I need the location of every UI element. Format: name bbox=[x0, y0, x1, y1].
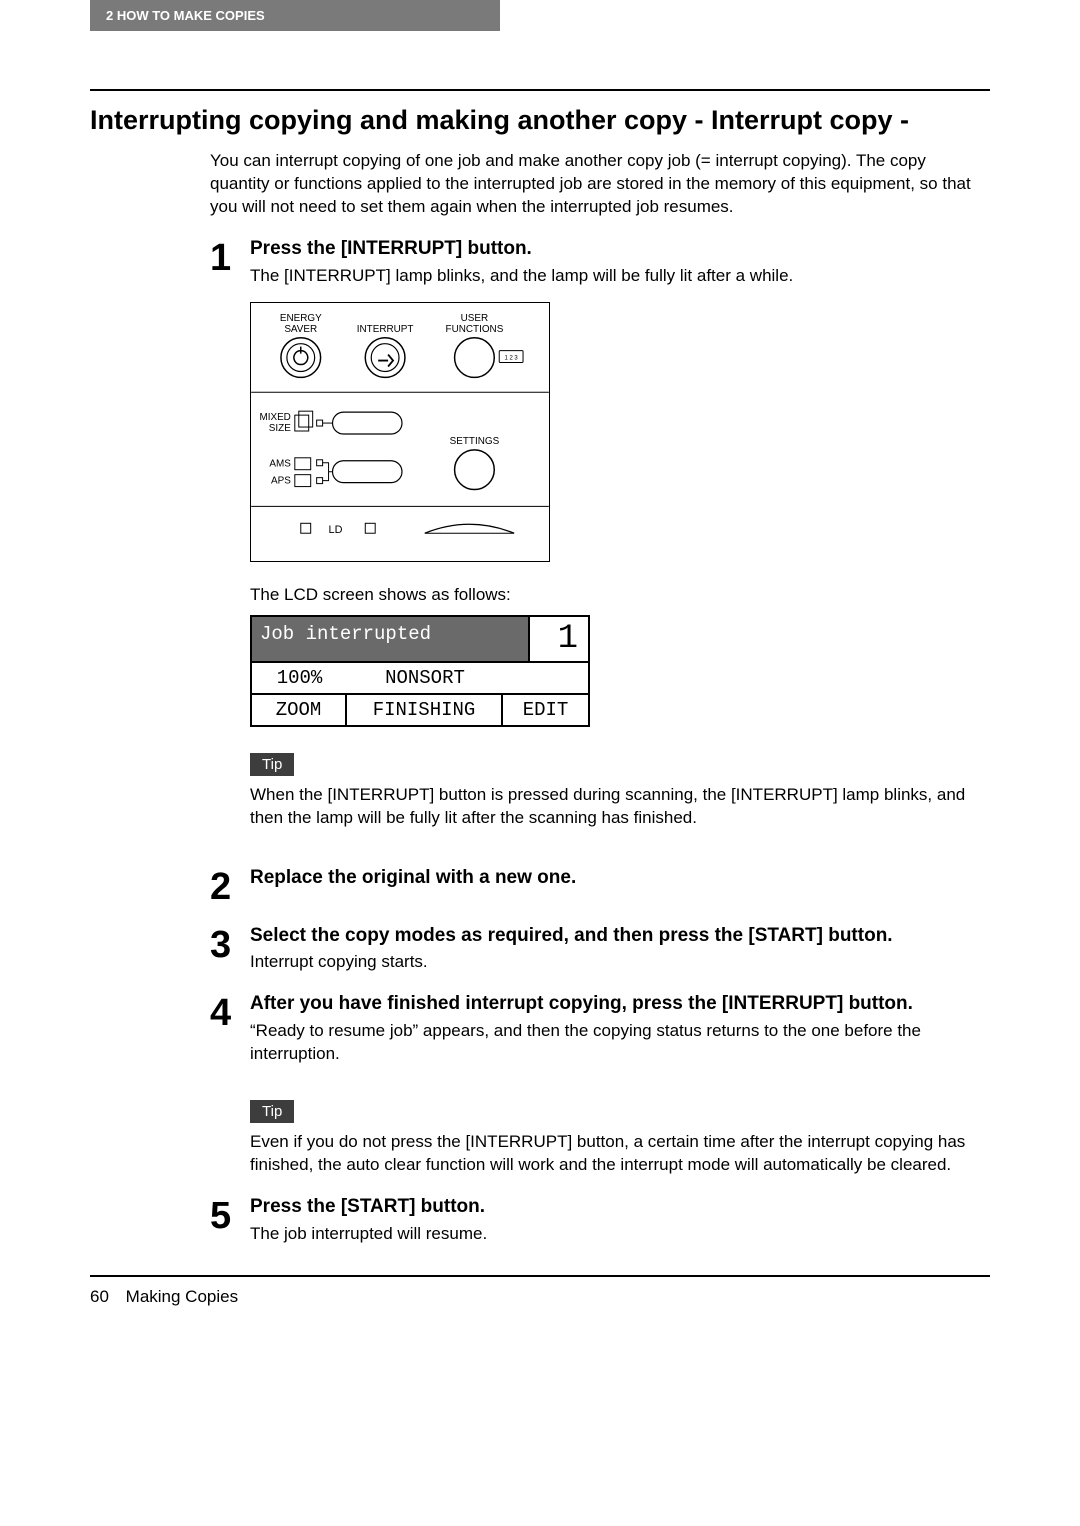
settings-button[interactable] bbox=[455, 449, 495, 489]
step-title: Press the [START] button. bbox=[250, 1195, 990, 1219]
svg-text:SIZE: SIZE bbox=[269, 423, 291, 434]
page-footer: 60 Making Copies bbox=[90, 1287, 990, 1307]
step-desc: Interrupt copying starts. bbox=[250, 951, 990, 974]
user-functions-label: USER bbox=[461, 312, 489, 323]
section-title: Interrupting copying and making another … bbox=[90, 105, 990, 136]
step-number: 5 bbox=[210, 1195, 250, 1246]
mixed-size-label: MIXED bbox=[259, 412, 290, 423]
tip-label: Tip bbox=[250, 753, 294, 776]
lcd-zoom: ZOOM bbox=[252, 695, 347, 725]
aps-label: APS bbox=[271, 475, 291, 486]
svg-text:FUNCTIONS: FUNCTIONS bbox=[446, 323, 504, 334]
interrupt-icon bbox=[378, 354, 393, 366]
lcd-screen: Job interrupted 1 100% NONSORT ZOOM FINI… bbox=[250, 615, 590, 727]
digits-label: 1 2 3 bbox=[505, 355, 519, 361]
page-number: 60 bbox=[90, 1287, 109, 1307]
lcd-blank bbox=[503, 663, 588, 693]
led-indicator bbox=[317, 420, 323, 426]
settings-label: SETTINGS bbox=[450, 435, 500, 446]
lcd-edit: EDIT bbox=[503, 695, 588, 725]
power-icon bbox=[294, 346, 308, 364]
step-3: 3 Select the copy modes as required, and… bbox=[210, 924, 990, 975]
control-panel-figure: ENERGY SAVER INTERRUPT USER FUNCTIONS 1 … bbox=[250, 302, 550, 567]
step-title: Replace the original with a new one. bbox=[250, 866, 990, 890]
step-desc: The [INTERRUPT] lamp blinks, and the lam… bbox=[250, 265, 990, 288]
step-desc: The job interrupted will resume. bbox=[250, 1223, 990, 1246]
led-indicator bbox=[301, 523, 311, 533]
lcd-sort: NONSORT bbox=[347, 663, 503, 693]
ams-aps-button[interactable] bbox=[333, 460, 402, 482]
tip-text-1: When the [INTERRUPT] button is pressed d… bbox=[250, 784, 990, 830]
tip-text-2: Even if you do not press the [INTERRUPT]… bbox=[250, 1131, 990, 1177]
svg-text:SAVER: SAVER bbox=[284, 323, 317, 334]
step-number: 2 bbox=[210, 866, 250, 906]
lcd-message: Job interrupted bbox=[252, 617, 528, 661]
energy-saver-label: ENERGY bbox=[280, 312, 322, 323]
step-1: 1 Press the [INTERRUPT] button. The [INT… bbox=[210, 237, 990, 288]
intro-paragraph: You can interrupt copying of one job and… bbox=[210, 150, 990, 219]
user-functions-button[interactable] bbox=[455, 337, 495, 377]
header-tab: 2 HOW TO MAKE COPIES bbox=[90, 0, 500, 31]
step-desc: “Ready to resume job” appears, and then … bbox=[250, 1020, 990, 1066]
step-number: 4 bbox=[210, 992, 250, 1066]
ld-label: LD bbox=[329, 524, 343, 536]
footer-section: Making Copies bbox=[126, 1287, 238, 1306]
step-number: 1 bbox=[210, 237, 250, 288]
led-indicator bbox=[365, 523, 375, 533]
rule-bottom bbox=[90, 1275, 990, 1277]
step-title: After you have finished interrupt copyin… bbox=[250, 992, 990, 1016]
step-number: 3 bbox=[210, 924, 250, 975]
mixed-size-button[interactable] bbox=[333, 412, 402, 434]
step-title: Select the copy modes as required, and t… bbox=[250, 924, 990, 948]
step-2: 2 Replace the original with a new one. bbox=[210, 866, 990, 906]
lcd-ratio: 100% bbox=[252, 663, 347, 693]
rule-top bbox=[90, 89, 990, 91]
tip-label: Tip bbox=[250, 1100, 294, 1123]
lcd-finishing: FINISHING bbox=[347, 695, 503, 725]
lcd-copy-count: 1 bbox=[528, 617, 588, 661]
step-title: Press the [INTERRUPT] button. bbox=[250, 237, 990, 261]
step-5: 5 Press the [START] button. The job inte… bbox=[210, 1195, 990, 1246]
ams-label: AMS bbox=[269, 458, 291, 469]
lcd-caption: The LCD screen shows as follows: bbox=[250, 585, 990, 605]
step-4: 4 After you have finished interrupt copy… bbox=[210, 992, 990, 1066]
scanner-icon bbox=[425, 524, 514, 533]
interrupt-label: INTERRUPT bbox=[357, 323, 414, 334]
